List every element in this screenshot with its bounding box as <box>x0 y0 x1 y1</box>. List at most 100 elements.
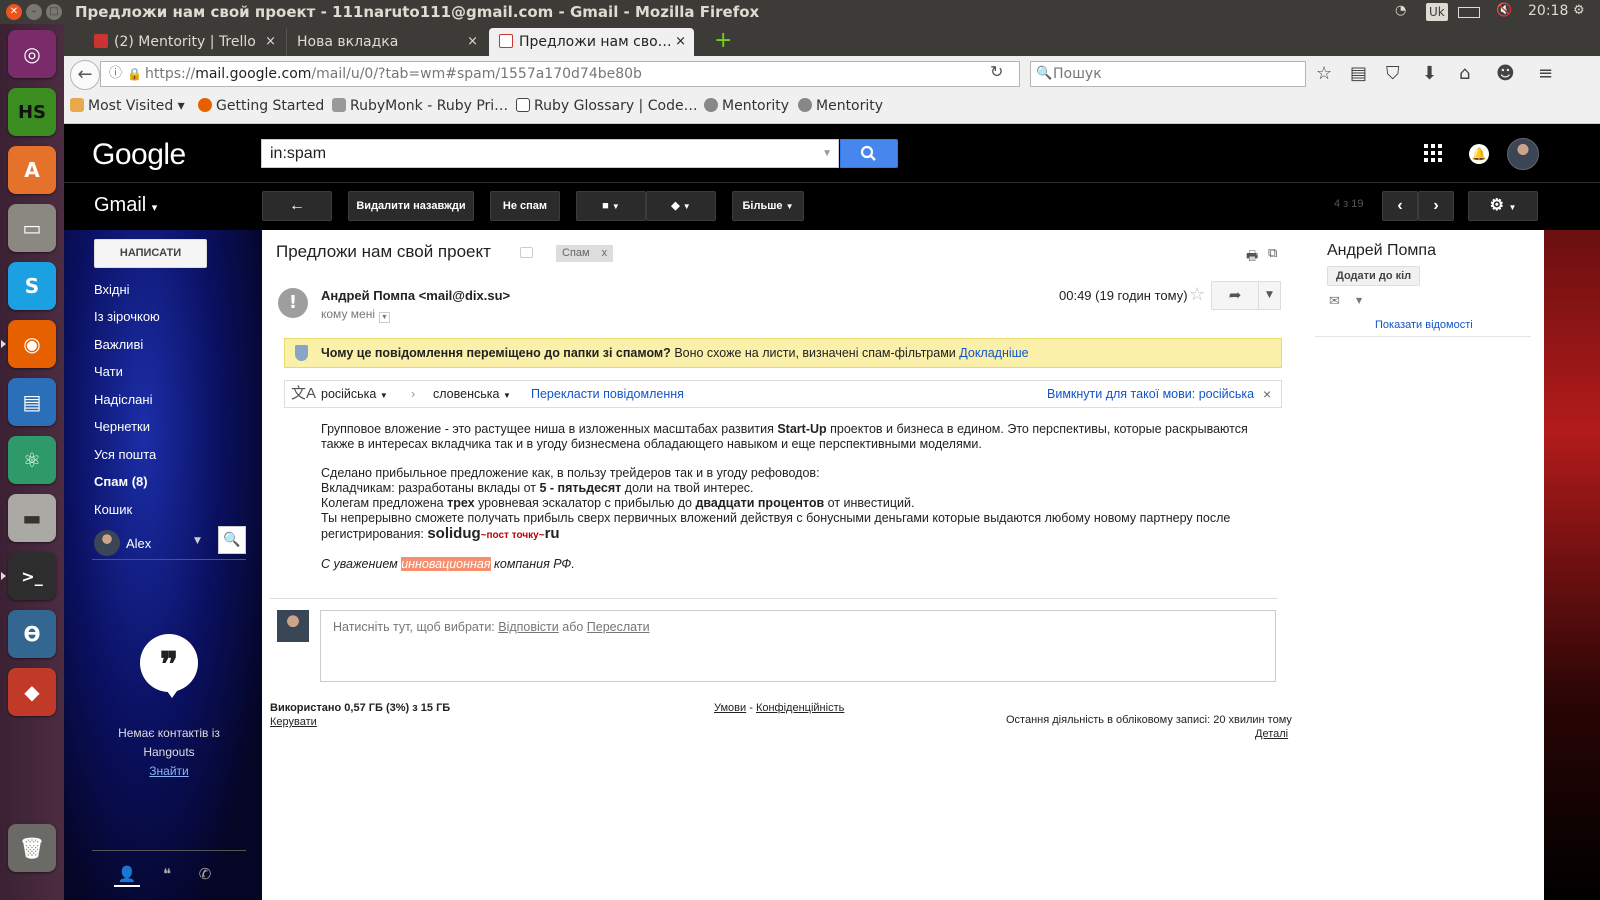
window-maximize-button[interactable]: □ <box>46 4 62 20</box>
privacy-link[interactable]: Конфіденційність <box>756 702 844 714</box>
label-chip-spam[interactable]: Спам x <box>556 245 614 262</box>
home-icon[interactable]: ⌂ <box>1459 63 1470 84</box>
not-spam-button[interactable]: Не спам <box>490 191 560 221</box>
star-icon[interactable]: ☆ <box>1189 284 1205 305</box>
gmail-product-switcher[interactable]: Gmail ▾ <box>94 194 157 217</box>
new-tab-button[interactable]: + <box>704 28 742 56</box>
hangouts-search-button[interactable]: 🔍 <box>218 526 246 554</box>
bookmark-getting-started[interactable]: Getting Started <box>198 98 324 114</box>
more-actions-button[interactable]: ▼ <box>1259 281 1281 310</box>
settings-button[interactable]: ⚙ ▼ <box>1468 191 1538 221</box>
close-tab-icon[interactable]: × <box>675 28 686 56</box>
compose-button[interactable]: НАПИСАТИ <box>94 239 207 268</box>
close-tab-icon[interactable]: × <box>467 28 478 56</box>
reload-icon[interactable]: ↻ <box>990 62 1003 81</box>
nav-inbox[interactable]: Вхідні <box>94 282 130 297</box>
gmail-search-input[interactable]: in:spam ▼ <box>261 139 839 168</box>
notifications-bell-icon[interactable]: 🔔 <box>1469 144 1489 164</box>
importance-marker-icon[interactable] <box>520 247 533 258</box>
delete-forever-button[interactable]: Видалити назавжди <box>348 191 474 221</box>
bookmark-most-visited[interactable]: Most Visited ▾ <box>70 98 185 114</box>
hangouts-chat-icon[interactable]: ❝ <box>154 861 180 887</box>
browser-tab-gmail-active[interactable]: Предложи нам сво… × <box>489 28 694 56</box>
chevron-down-icon[interactable]: ▼ <box>1356 296 1362 305</box>
downloads-icon[interactable]: ⬇ <box>1422 63 1437 84</box>
labels-button[interactable]: ◆ ▼ <box>646 191 716 221</box>
show-details-caret-icon[interactable]: ▼ <box>379 312 390 323</box>
remove-label-icon[interactable]: x <box>602 247 608 259</box>
git-gui-icon[interactable]: ◆ <box>8 668 56 716</box>
pocket-icon[interactable]: ⛉ <box>1386 63 1400 84</box>
power-gear-icon[interactable]: ⚙ <box>1573 3 1585 18</box>
close-tab-icon[interactable]: × <box>265 28 276 56</box>
source-language-select[interactable]: російська ▼ <box>321 381 388 409</box>
disks-icon[interactable]: ▬ <box>8 494 56 542</box>
google-apps-icon[interactable] <box>1424 144 1442 162</box>
contact-name[interactable]: Андрей Помпа <box>1327 242 1436 260</box>
browser-tab-trello[interactable]: (2) Mentority | Trello × <box>84 28 284 56</box>
learn-more-link[interactable]: Докладніше <box>959 346 1028 360</box>
bookmark-rubymonk[interactable]: RubyMonk - Ruby Pri… <box>332 98 508 114</box>
sender-name[interactable]: Андрей Помпа <mail@dix.su> <box>321 288 510 303</box>
print-icon[interactable]: 🖶 <box>1246 247 1258 269</box>
gmail-search-button[interactable] <box>840 139 898 168</box>
hangouts-find-link[interactable]: Знайти <box>94 762 244 781</box>
site-info-icon[interactable]: ⓘ <box>109 62 122 86</box>
target-language-select[interactable]: словенська ▼ <box>433 381 511 409</box>
battery-icon[interactable] <box>1458 7 1480 18</box>
clock[interactable]: 20:18 <box>1528 3 1568 19</box>
hexchat-icon[interactable]: HS <box>8 88 56 136</box>
menu-icon[interactable]: ≡ <box>1538 63 1553 84</box>
browser-back-button[interactable]: ← <box>70 60 100 90</box>
url-field[interactable]: ⓘ 🔒 https://mail.google.com/mail/u/0/?ta… <box>100 61 1020 87</box>
pgadmin-elephant-icon[interactable]: ϴ <box>8 610 56 658</box>
translate-message-link[interactable]: Перекласти повідомлення <box>531 381 684 407</box>
nav-chats[interactable]: Чати <box>94 364 123 379</box>
volume-muted-icon[interactable]: 🔇 <box>1496 3 1512 18</box>
keyboard-layout-indicator[interactable]: Uk <box>1426 3 1448 21</box>
add-to-circles-button[interactable]: Додати до кіл <box>1327 266 1421 286</box>
reply-link[interactable]: Відповісти <box>498 620 559 634</box>
manage-storage-link[interactable]: Керувати <box>270 716 317 728</box>
files-icon[interactable]: ▭ <box>8 204 56 252</box>
move-to-button[interactable]: ■ ▼ <box>576 191 646 221</box>
contacts-person-icon[interactable]: 👤 <box>114 861 140 887</box>
phone-icon[interactable]: ✆ <box>192 861 218 887</box>
nav-sent[interactable]: Надіслані <box>94 392 152 407</box>
wifi-icon[interactable]: ◔ <box>1395 3 1406 18</box>
open-new-window-icon[interactable]: ⧉ <box>1268 246 1277 261</box>
nav-starred[interactable]: Із зірочкою <box>94 309 160 324</box>
nav-trash[interactable]: Кошик <box>94 502 132 517</box>
activity-details-link[interactable]: Деталі <box>1255 728 1288 740</box>
bookmark-mentority-2[interactable]: Mentority <box>798 98 883 114</box>
terms-link[interactable]: Умови <box>714 702 746 714</box>
browser-search-field[interactable]: 🔍 Пошук <box>1030 61 1306 87</box>
reading-list-icon[interactable]: ▤ <box>1350 63 1367 84</box>
window-minimize-button[interactable]: – <box>26 4 42 20</box>
recipient-line[interactable]: кому мені ▼ <box>321 307 390 323</box>
atom-icon[interactable]: ⚛ <box>8 436 56 484</box>
quick-reply-box[interactable]: Натисніть тут, щоб вибрати: Відповісти а… <box>320 610 1276 682</box>
show-details-link[interactable]: Показати відомості <box>1375 319 1473 331</box>
firefox-icon[interactable]: ◉ <box>8 320 56 368</box>
newer-message-button[interactable]: ‹ <box>1382 191 1418 221</box>
reply-button[interactable]: ➦ <box>1211 281 1259 310</box>
disable-translation-link[interactable]: Вимкнути для такої мови: російська <box>1047 381 1254 407</box>
close-icon[interactable]: × <box>1263 381 1271 407</box>
more-button[interactable]: Більше ▼ <box>732 191 804 221</box>
mail-icon[interactable]: ✉ <box>1329 294 1340 309</box>
ubuntu-dash-icon[interactable]: ◎ <box>8 30 56 78</box>
window-close-button[interactable]: ✕ <box>6 4 22 20</box>
libreoffice-writer-icon[interactable]: ▤ <box>8 378 56 426</box>
bookmark-star-icon[interactable]: ☆ <box>1316 63 1332 84</box>
software-center-icon[interactable]: A <box>8 146 56 194</box>
back-to-list-button[interactable]: ← <box>262 191 332 221</box>
chat-icon[interactable]: ☻ <box>1496 63 1515 84</box>
search-options-caret-icon[interactable]: ▼ <box>822 140 832 167</box>
bookmark-mentority-1[interactable]: Mentority <box>704 98 789 114</box>
terminal-icon[interactable]: >_ <box>8 552 56 600</box>
skype-icon[interactable]: S <box>8 262 56 310</box>
forward-link[interactable]: Переслати <box>587 620 650 634</box>
account-avatar[interactable] <box>1507 138 1539 170</box>
nav-all-mail[interactable]: Уся пошта <box>94 447 156 462</box>
